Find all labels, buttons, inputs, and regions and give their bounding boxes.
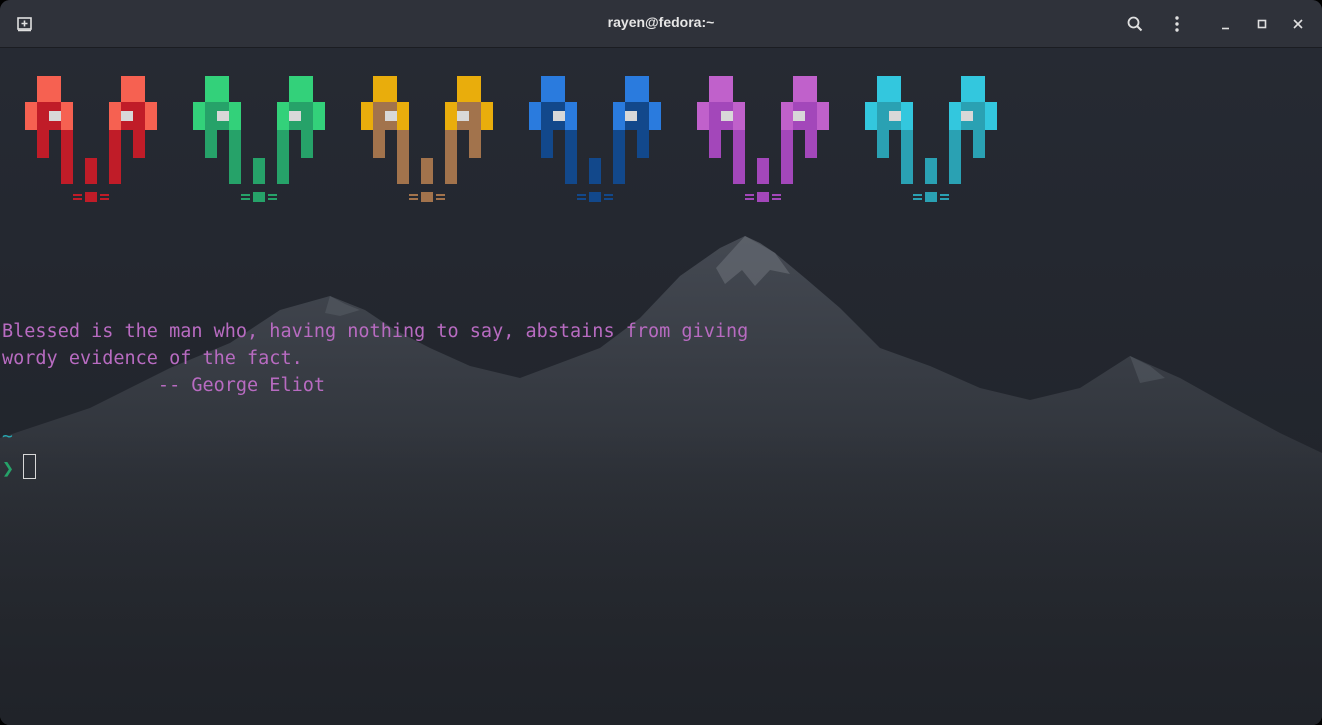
quote-line-2: wordy evidence of the fact. [2, 348, 303, 369]
current-directory: ~ [2, 426, 13, 447]
quote-attribution: -- George Eliot [2, 375, 326, 396]
maximize-icon [1257, 19, 1267, 29]
close-button[interactable] [1287, 13, 1309, 35]
invader-blue [529, 76, 661, 202]
close-icon [1293, 19, 1303, 29]
quote-line-1: Blessed is the man who, having nothing t… [2, 321, 749, 342]
maximize-button[interactable] [1251, 13, 1273, 35]
minimize-button[interactable] [1215, 13, 1237, 35]
invader-green [193, 76, 325, 202]
terminal-window: rayen@fedora:~ Blessed is the man who, h… [0, 0, 1322, 725]
search-button[interactable] [1124, 13, 1146, 35]
invader-yellow [361, 76, 493, 202]
terminal-view[interactable]: Blessed is the man who, having nothing t… [0, 48, 1322, 725]
kebab-menu-icon [1175, 16, 1179, 32]
fortune-quote: Blessed is the man who, having nothing t… [2, 318, 748, 399]
minimize-icon [1222, 27, 1229, 30]
title-bar[interactable]: rayen@fedora:~ [0, 0, 1322, 48]
search-icon [1127, 16, 1143, 32]
text-cursor[interactable] [23, 454, 36, 479]
invader-purple [697, 76, 829, 202]
invader-cyan [865, 76, 997, 202]
menu-button[interactable] [1166, 13, 1188, 35]
invader-red [25, 76, 157, 202]
prompt-symbol: ❯ [2, 456, 15, 480]
